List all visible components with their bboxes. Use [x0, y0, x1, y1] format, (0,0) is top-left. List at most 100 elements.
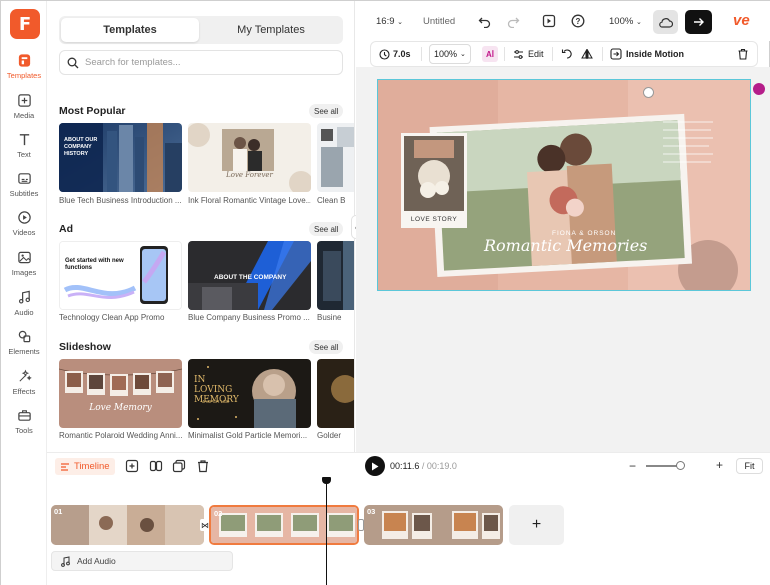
rail-item-audio[interactable]: Audio: [1, 290, 47, 326]
toolbar-divider: [421, 47, 422, 61]
template-search: [59, 50, 343, 75]
undo-icon[interactable]: [476, 13, 492, 29]
tools-icon: [17, 410, 31, 421]
see-all-slideshow[interactable]: See all: [309, 340, 344, 354]
template-preview: [59, 359, 182, 428]
preview-artwork: [378, 80, 750, 290]
help-icon[interactable]: ?: [570, 13, 586, 29]
fit-button[interactable]: Fit: [736, 458, 763, 474]
images-icon: [17, 251, 31, 264]
flip-button[interactable]: [581, 42, 593, 66]
rail-item-elements[interactable]: Elements: [1, 329, 47, 365]
rotate-button[interactable]: [561, 42, 573, 66]
search-icon: [67, 57, 79, 68]
template-thumb-ink-floral[interactable]: Love Forever: [188, 123, 311, 192]
top-bar: 16:9 ⌄ Untitled ? 100% ⌄ ve: [356, 1, 770, 41]
split-icon[interactable]: [149, 459, 163, 473]
editor-window: F Templates Media Text Subtitles Videos …: [0, 0, 770, 585]
cloud-save-button[interactable]: [653, 10, 678, 34]
tab-templates[interactable]: Templates: [61, 18, 199, 42]
thumb-text: Love Forever: [226, 171, 273, 179]
add-clip-icon[interactable]: [125, 459, 139, 473]
thumb-text: ABOUT THE COMPANY: [214, 274, 287, 281]
template-thumb-blue-company[interactable]: ABOUT THE COMPANY: [188, 241, 311, 310]
tab-my-templates[interactable]: My Templates: [201, 18, 341, 42]
templates-panel: Templates My Templates Most Popular See …: [47, 1, 355, 452]
template-caption: Minimalist Gold Particle Memori...: [188, 431, 308, 440]
zoom-in-icon[interactable]: +: [716, 458, 723, 472]
template-thumb-polaroid-wedding[interactable]: Love Memory: [59, 359, 182, 428]
thumb-text: Love Memory: [89, 403, 152, 413]
redo-icon[interactable]: [505, 13, 521, 29]
template-thumb-golden[interactable]: [317, 359, 354, 428]
duplicate-icon[interactable]: [172, 459, 186, 473]
collab-badge[interactable]: [753, 83, 765, 95]
scale-select[interactable]: 100% ⌄: [429, 44, 471, 64]
rail-item-subtitles[interactable]: Subtitles: [1, 171, 47, 207]
duration-control[interactable]: 7.0s: [379, 42, 411, 66]
timeline-clip-selected[interactable]: 02: [209, 505, 359, 545]
left-rail: F Templates Media Text Subtitles Videos …: [1, 1, 47, 585]
section-title-most-popular: Most Popular: [59, 105, 126, 117]
template-caption: Ink Floral Romantic Vintage Love...: [188, 196, 311, 205]
text-icon: [19, 134, 29, 146]
template-thumb-gold-memorial[interactable]: IN LOVING MEMORY JASPER LEE: [188, 359, 311, 428]
inside-motion-button[interactable]: Inside Motion: [610, 42, 684, 66]
svg-text:?: ?: [576, 17, 581, 26]
ai-tools-button[interactable]: Aİ: [482, 42, 498, 66]
rail-item-text[interactable]: Text: [1, 132, 47, 168]
add-scene-button[interactable]: +: [509, 505, 564, 545]
videos-icon: [17, 211, 31, 224]
trash-icon: [738, 48, 748, 60]
playhead[interactable]: [326, 480, 328, 585]
play-button[interactable]: [365, 456, 385, 476]
project-title[interactable]: Untitled: [423, 16, 455, 27]
see-all-ad[interactable]: See all: [309, 222, 344, 236]
rail-item-media[interactable]: Media: [1, 93, 47, 129]
template-thumb-tech-app[interactable]: Get started with new functions: [59, 241, 182, 310]
rail-item-images[interactable]: Images: [1, 250, 47, 286]
zoom-select[interactable]: 100% ⌄: [609, 16, 642, 27]
timeline-clip[interactable]: 03: [364, 505, 503, 545]
rail-item-tools[interactable]: Tools: [1, 408, 47, 444]
trash-icon[interactable]: [196, 459, 210, 473]
play-icon: [372, 462, 379, 470]
chevron-down-icon: ⌄: [397, 19, 404, 26]
see-all-most-popular[interactable]: See all: [309, 104, 344, 118]
clock-icon: [379, 48, 390, 60]
zoom-slider-handle[interactable]: [676, 461, 685, 470]
timeline-toggle[interactable]: Timeline: [55, 458, 115, 475]
canvas-preview[interactable]: LOVE STORY FIONA & ORSON Romantic Memori…: [377, 79, 751, 291]
template-preview: [188, 123, 311, 192]
app-logo[interactable]: F: [10, 9, 40, 39]
clip-filmstrip: [364, 505, 503, 545]
template-caption: Busine: [317, 313, 342, 322]
clip-number: 01: [54, 507, 63, 516]
rail-item-videos[interactable]: Videos: [1, 210, 47, 246]
template-caption: Golder: [317, 431, 342, 440]
brand-mark[interactable]: ve: [733, 12, 750, 29]
panel-tabs: Templates My Templates: [59, 16, 343, 44]
rotate-handle[interactable]: [643, 87, 654, 98]
zoom-out-icon[interactable]: −: [629, 459, 636, 473]
effects-icon: [18, 369, 32, 382]
aspect-ratio-select[interactable]: 16:9 ⌄: [376, 16, 403, 27]
music-note-icon: [61, 555, 70, 567]
rail-item-templates[interactable]: Templates: [1, 53, 47, 89]
template-thumb-blue-tech[interactable]: ABOUT OUR COMPANY HISTORY: [59, 123, 182, 192]
add-audio-button[interactable]: Add Audio: [51, 551, 233, 571]
sliders-icon: [514, 49, 523, 59]
timeline-clip[interactable]: 01: [51, 505, 204, 545]
thumb-text: ABOUT OUR COMPANY HISTORY: [64, 137, 98, 157]
clip-number: 03: [367, 507, 376, 516]
export-button[interactable]: [685, 10, 712, 34]
template-thumb-clean-b[interactable]: [317, 123, 354, 192]
preview-play-icon[interactable]: [541, 13, 557, 29]
template-thumb-business[interactable]: [317, 241, 354, 310]
template-caption: Blue Tech Business Introduction ...: [59, 196, 182, 205]
rail-item-effects[interactable]: Effects: [1, 369, 47, 405]
chevron-down-icon: ⌄: [460, 51, 466, 58]
search-input[interactable]: [85, 57, 325, 68]
edit-button[interactable]: Edit: [513, 42, 544, 66]
delete-button[interactable]: [737, 42, 749, 66]
